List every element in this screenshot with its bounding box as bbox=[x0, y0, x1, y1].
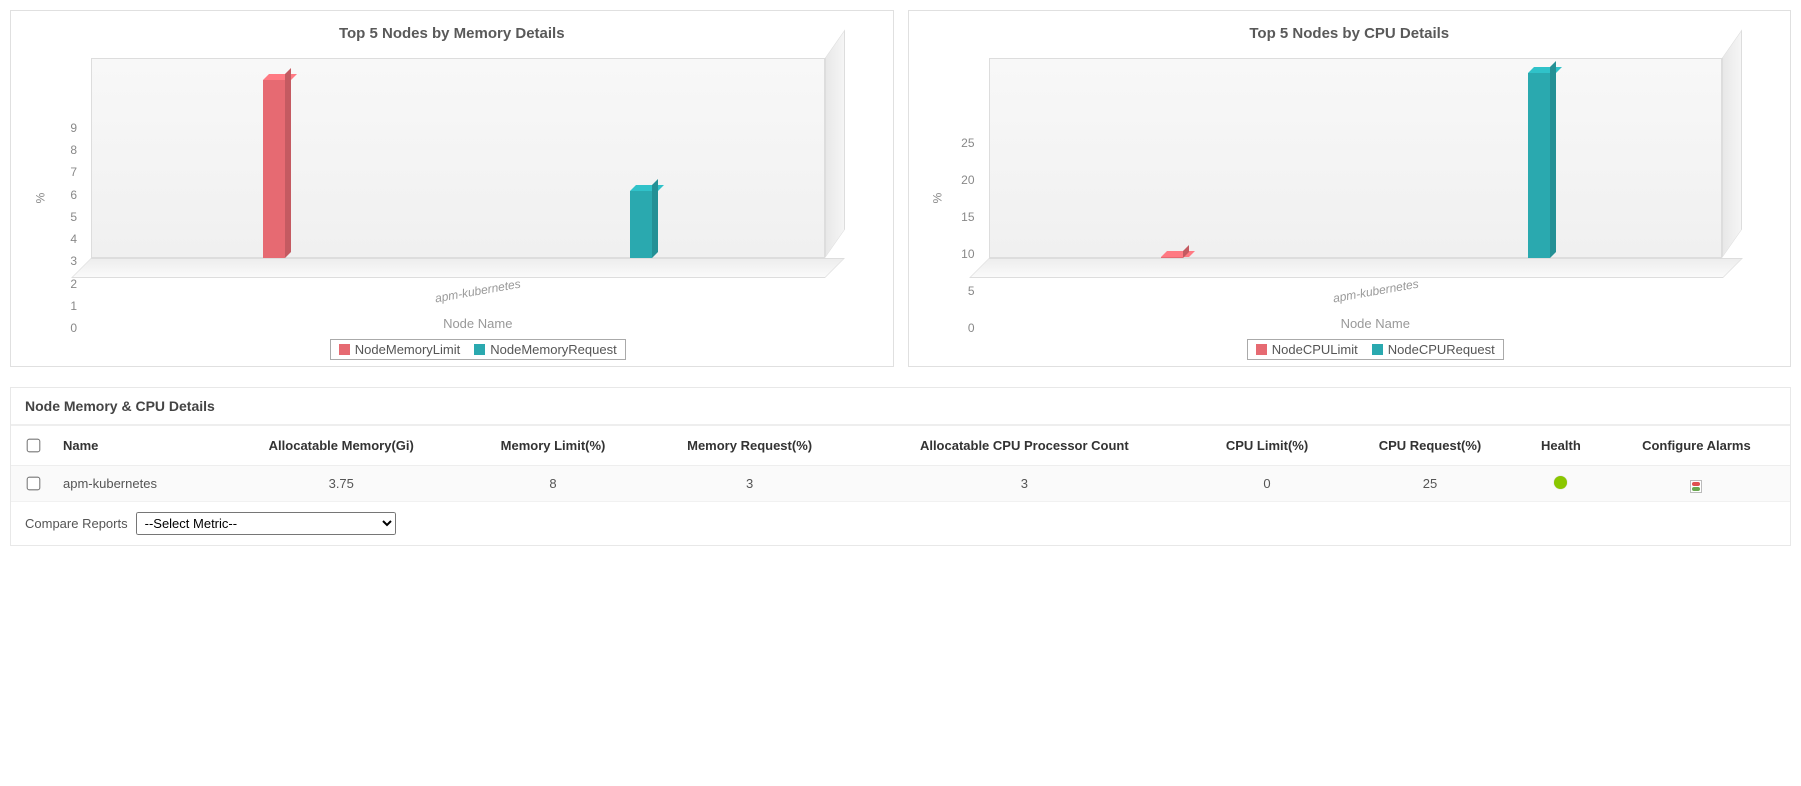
compare-reports-label: Compare Reports bbox=[25, 516, 128, 531]
col-alloc-mem[interactable]: Allocatable Memory(Gi) bbox=[220, 426, 462, 466]
col-alarms[interactable]: Configure Alarms bbox=[1603, 426, 1790, 466]
memory-chart-title: Top 5 Nodes by Memory Details bbox=[29, 25, 875, 42]
select-all-checkbox[interactable] bbox=[27, 439, 41, 453]
cpu-chart-bars bbox=[989, 58, 1723, 258]
cell-alloc-mem: 3.75 bbox=[220, 466, 462, 502]
node-details-title: Node Memory & CPU Details bbox=[11, 388, 1790, 425]
memory-chart-legend: NodeMemoryLimit NodeMemoryRequest bbox=[330, 339, 626, 360]
cell-cpu-req: 25 bbox=[1341, 466, 1519, 502]
memory-chart-xlabel: Node Name bbox=[81, 316, 875, 331]
col-alloc-cpu[interactable]: Allocatable CPU Processor Count bbox=[855, 426, 1193, 466]
col-mem-limit[interactable]: Memory Limit(%) bbox=[462, 426, 643, 466]
cell-name[interactable]: apm-kubernetes bbox=[55, 466, 220, 502]
cpu-chart-xlabel: Node Name bbox=[979, 316, 1773, 331]
cell-mem-req: 3 bbox=[644, 466, 856, 502]
col-cpu-limit[interactable]: CPU Limit(%) bbox=[1193, 426, 1341, 466]
memory-chart-yaxis: 0123456789 bbox=[51, 48, 81, 348]
table-row: apm-kubernetes 3.75 8 3 3 0 25 bbox=[11, 466, 1790, 502]
configure-alarm-icon[interactable] bbox=[1690, 480, 1702, 493]
col-mem-req[interactable]: Memory Request(%) bbox=[644, 426, 856, 466]
cell-mem-limit: 8 bbox=[462, 466, 643, 502]
cpu-chart-panel: Top 5 Nodes by CPU Details % 0510152025 … bbox=[908, 10, 1792, 367]
node-details-section: Node Memory & CPU Details Name Allocatab… bbox=[10, 387, 1791, 546]
memory-chart-panel: Top 5 Nodes by Memory Details % 01234567… bbox=[10, 10, 894, 367]
cpu-chart-ylabel: % bbox=[930, 193, 944, 204]
row-checkbox[interactable] bbox=[27, 477, 41, 491]
col-name[interactable]: Name bbox=[55, 426, 220, 466]
cpu-chart-legend: NodeCPULimit NodeCPURequest bbox=[1247, 339, 1504, 360]
cell-cpu-limit: 0 bbox=[1193, 466, 1341, 502]
node-details-table: Name Allocatable Memory(Gi) Memory Limit… bbox=[11, 425, 1790, 502]
memory-chart-bars bbox=[91, 58, 825, 258]
memory-chart-ylabel: % bbox=[33, 193, 47, 204]
health-ok-icon bbox=[1554, 476, 1567, 489]
cell-alloc-cpu: 3 bbox=[855, 466, 1193, 502]
cpu-chart-title: Top 5 Nodes by CPU Details bbox=[927, 25, 1773, 42]
col-health[interactable]: Health bbox=[1519, 426, 1603, 466]
cpu-chart-yaxis: 0510152025 bbox=[949, 48, 979, 348]
col-cpu-req[interactable]: CPU Request(%) bbox=[1341, 426, 1519, 466]
compare-metric-select[interactable]: --Select Metric-- bbox=[136, 512, 396, 535]
